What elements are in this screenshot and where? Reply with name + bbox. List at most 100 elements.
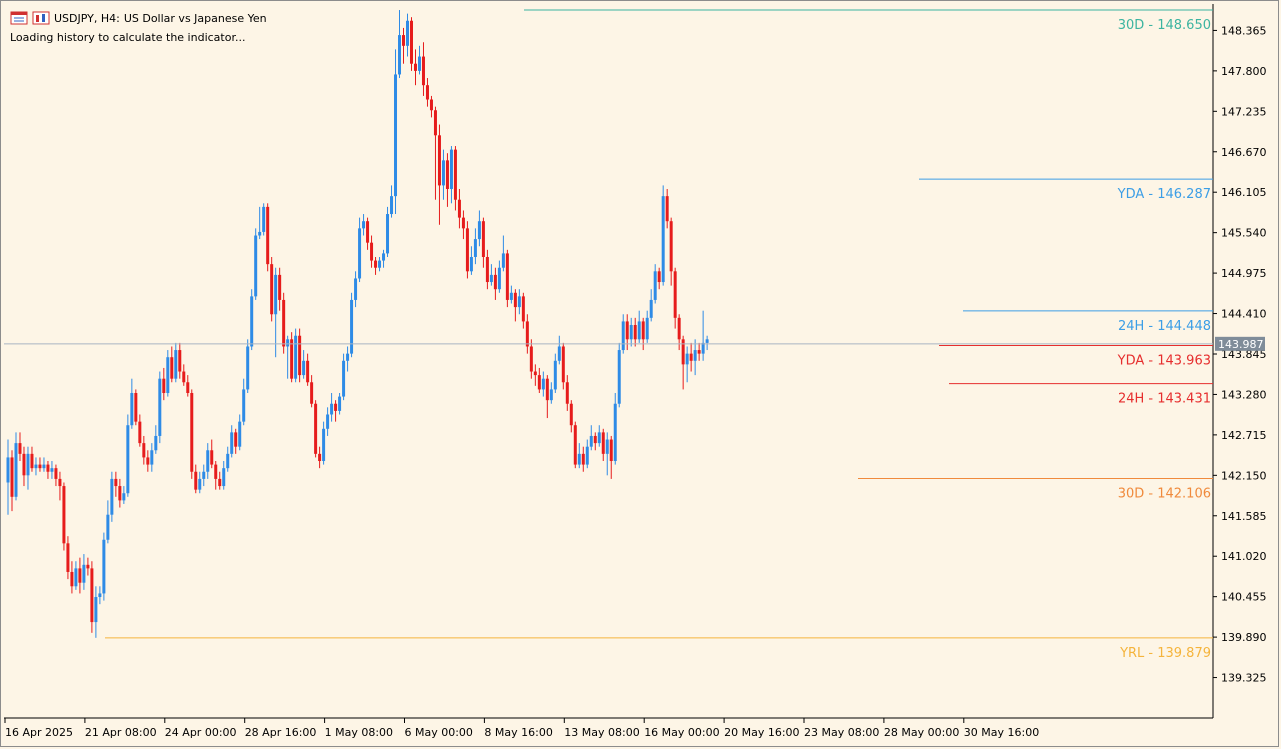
candle (178, 342, 182, 379)
price-tick-label: 142.150 (1221, 469, 1267, 482)
candle-body (370, 242, 374, 261)
candle-body (561, 346, 565, 383)
candle (250, 289, 254, 351)
candle-body (473, 239, 477, 257)
candle (445, 153, 449, 207)
candle-body (78, 568, 82, 583)
candle (338, 393, 342, 415)
candle-body (334, 403, 338, 411)
price-tick-label: 147.800 (1221, 65, 1267, 78)
time-tick-label: 30 May 16:00 (964, 726, 1039, 739)
candle-body (178, 350, 182, 372)
candle (86, 557, 90, 576)
candle-body (62, 486, 66, 544)
chart-properties-icon[interactable] (32, 11, 50, 25)
candle-body (194, 471, 198, 490)
price-tick-label: 141.585 (1221, 510, 1267, 523)
candle-body (421, 56, 425, 86)
candle (326, 407, 330, 436)
time-tick-label: 8 May 16:00 (484, 726, 552, 739)
candle (142, 435, 146, 465)
price-axis: 148.365 147.800 147.235 146.670 146.105 145.5… (1213, 24, 1267, 685)
candle-body (537, 375, 541, 390)
candle-body (18, 443, 22, 454)
candle-body (170, 357, 174, 379)
candle-body (338, 396, 342, 411)
candle (605, 432, 609, 476)
candle-body (234, 432, 238, 447)
candle (190, 389, 194, 479)
candle-body (30, 453, 34, 469)
candle-body (114, 478, 118, 487)
candle-body (278, 274, 282, 300)
candle-body (597, 432, 601, 444)
candle (653, 264, 657, 304)
chart-description: US Dollar vs Japanese Yen (123, 11, 267, 25)
chart-window-icon[interactable] (10, 11, 28, 25)
candle-body (649, 299, 653, 318)
candle (521, 292, 525, 329)
time-tick-label: 16 Apr 2025 (5, 726, 73, 739)
candle-body (613, 403, 617, 462)
candle-body (286, 339, 290, 347)
candle (282, 292, 286, 354)
candle-body (222, 468, 226, 487)
candle-body (637, 321, 641, 340)
candle-body (110, 478, 114, 515)
candle-body (246, 346, 250, 390)
candle-body (302, 360, 306, 376)
candle (150, 443, 154, 472)
candle (613, 393, 617, 465)
candle (354, 271, 358, 308)
candle (513, 289, 517, 322)
candle (425, 78, 429, 107)
candle (421, 42, 425, 96)
candle-body (186, 382, 190, 394)
candle-body (437, 135, 441, 186)
candle-body (398, 35, 402, 75)
time-tick-label: 1 May 08:00 (325, 726, 393, 739)
candle (230, 425, 234, 458)
price-tick-label: 140.455 (1221, 591, 1267, 604)
candle-body (593, 435, 597, 444)
level-label: YDA - 143.963 (1117, 354, 1211, 369)
candle-body (258, 231, 262, 236)
candle (485, 249, 489, 290)
candle (461, 210, 465, 240)
candle (549, 382, 553, 404)
price-chart[interactable]: 30D - 148.650 YDA - 146.287 24H - 144.448 Y… (0, 0, 1281, 749)
candle (70, 561, 74, 594)
candle (318, 446, 322, 469)
candle-body (481, 221, 485, 257)
candle-body (202, 471, 206, 479)
candle-body (290, 339, 294, 379)
candle-body (362, 221, 366, 229)
candle (545, 375, 549, 419)
candle-body (54, 468, 58, 479)
candle-body (342, 360, 346, 397)
candle (366, 217, 370, 250)
candle-body (166, 357, 170, 394)
candle-body (378, 260, 382, 268)
chart-header: USDJPY, H4: US Dollar vs Japanese Yen (10, 9, 267, 27)
candle (457, 188, 461, 229)
candle (473, 228, 477, 265)
candle (661, 185, 665, 286)
candle-body (118, 486, 122, 501)
candle-body (154, 435, 158, 451)
candle-body (585, 446, 589, 465)
candle (134, 389, 138, 426)
candle (433, 106, 437, 200)
candle-body (573, 425, 577, 465)
candle-body (657, 271, 661, 283)
candle-body (493, 274, 497, 290)
candle (290, 332, 294, 383)
candle (42, 457, 46, 472)
candle (398, 10, 402, 79)
candle-body (413, 63, 417, 71)
price-tick-label: 148.365 (1221, 24, 1267, 37)
candle (633, 317, 637, 347)
candle (162, 367, 166, 401)
candle-body (86, 564, 90, 569)
level-labels: 30D - 148.650 YDA - 146.287 24H - 144.448 Y… (1117, 18, 1211, 661)
